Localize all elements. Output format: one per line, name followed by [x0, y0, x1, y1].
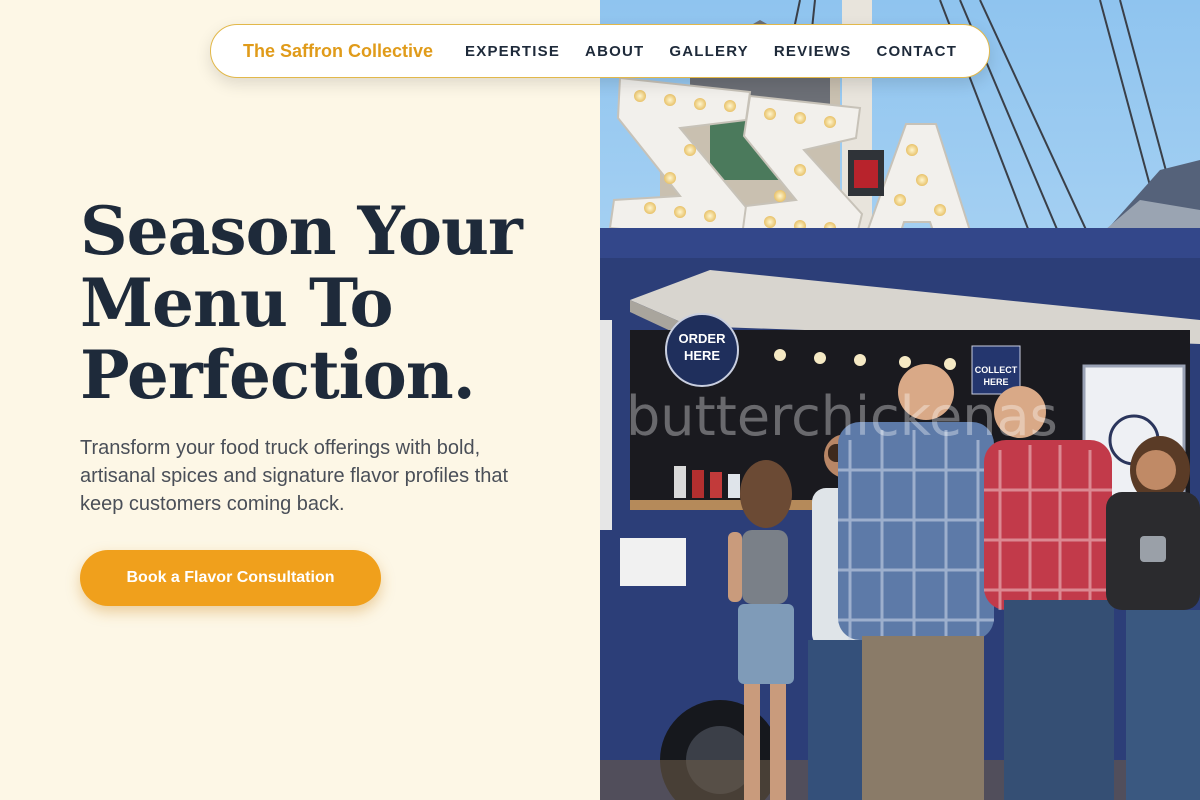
headline-line-3: Perfection.: [80, 336, 476, 414]
headline-line-1: Season Your: [80, 192, 523, 270]
hero-photo: ORDER HERE COLLECT HERE butterchickenas: [600, 0, 1200, 800]
top-navigation: The Saffron Collective EXPERTISE ABOUT G…: [210, 24, 990, 78]
nav-link-about[interactable]: ABOUT: [585, 43, 644, 60]
nav-link-expertise[interactable]: EXPERTISE: [465, 43, 560, 60]
order-sign-line-2: HERE: [684, 348, 720, 363]
book-consultation-button[interactable]: Book a Flavor Consultation: [80, 550, 381, 606]
headline-line-2: Menu To: [80, 264, 394, 342]
brand-logo[interactable]: The Saffron Collective: [243, 41, 433, 62]
nav-link-gallery[interactable]: GALLERY: [669, 43, 749, 60]
hero-headline: Season Your Menu To Perfection.: [80, 195, 580, 411]
watermark-text: butterchickenas: [626, 385, 1058, 448]
nav-link-contact[interactable]: CONTACT: [876, 43, 957, 60]
nav-links: EXPERTISE ABOUT GALLERY REVIEWS CONTACT: [465, 43, 957, 60]
order-sign-line-1: ORDER: [679, 331, 727, 346]
nav-link-reviews[interactable]: REVIEWS: [774, 43, 852, 60]
hero-subtitle: Transform your food truck offerings with…: [80, 437, 509, 515]
collect-sign-line-1: COLLECT: [975, 365, 1018, 375]
